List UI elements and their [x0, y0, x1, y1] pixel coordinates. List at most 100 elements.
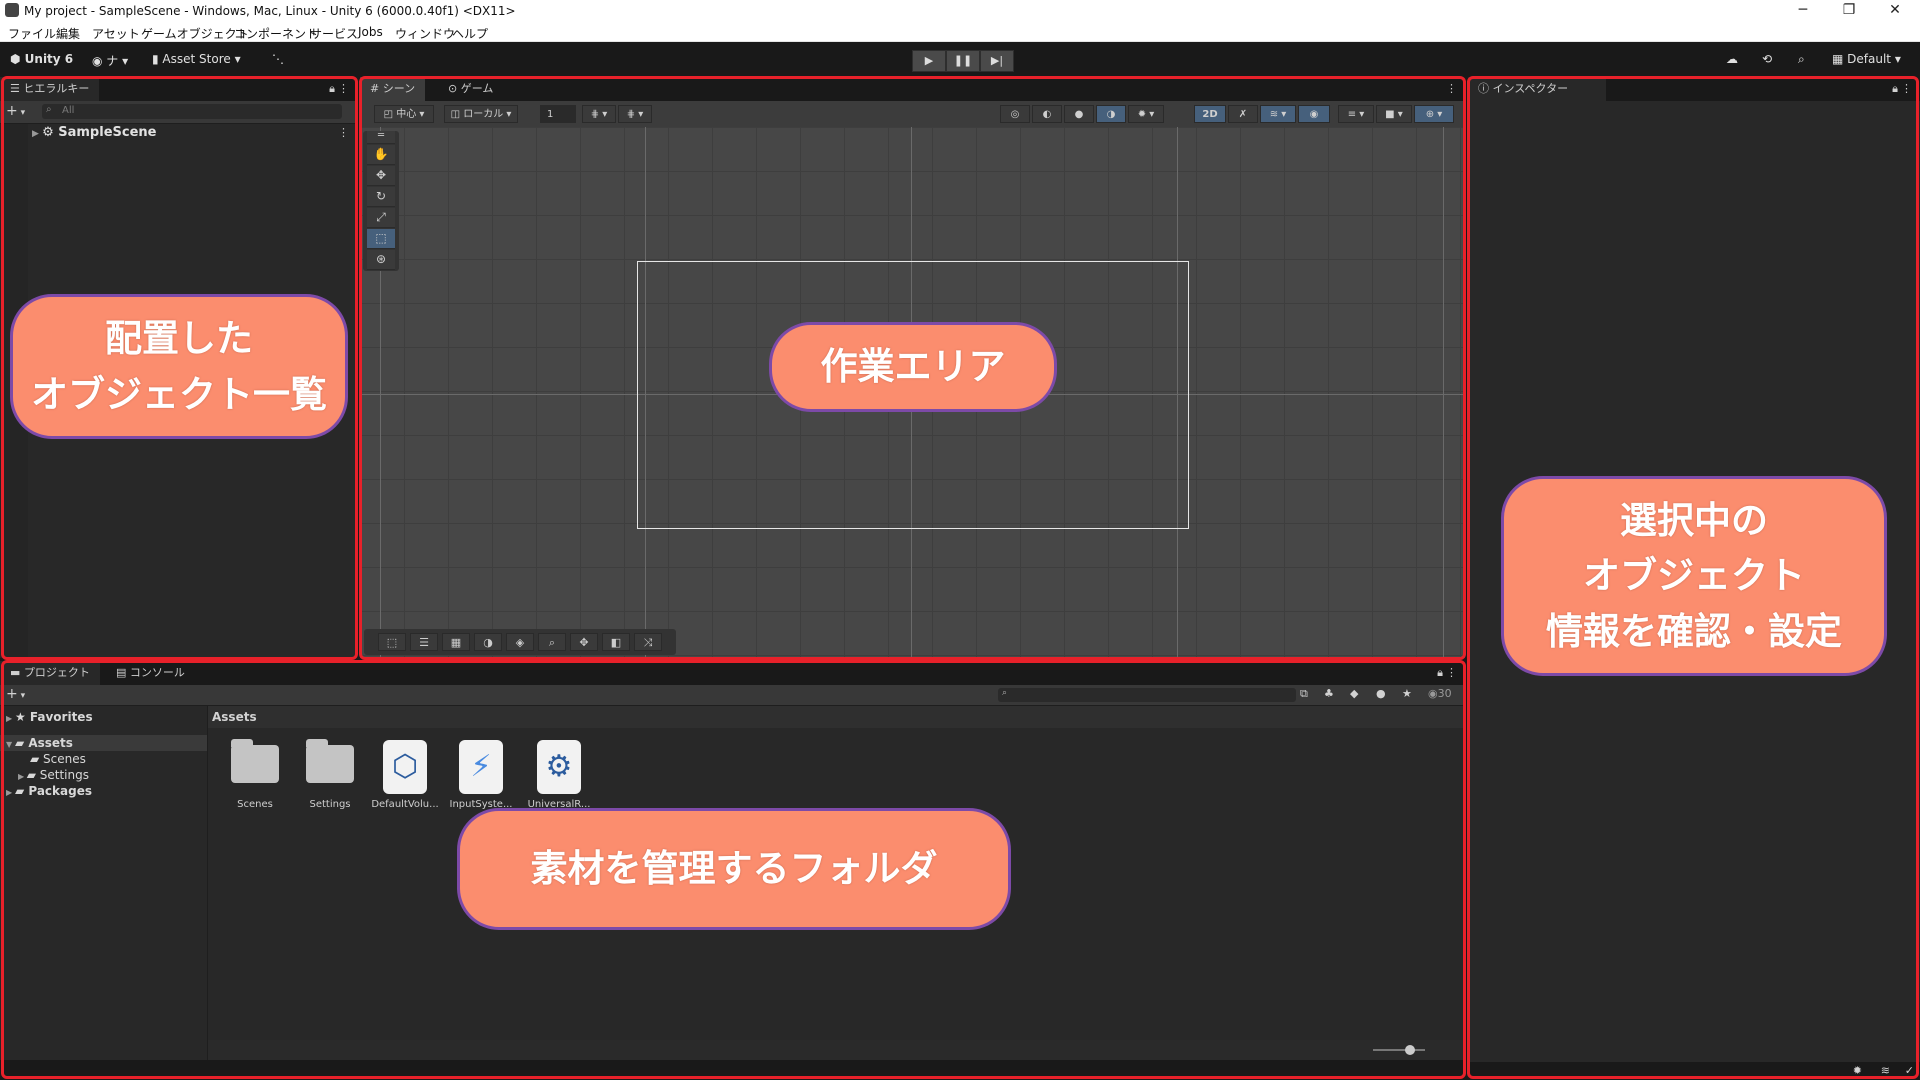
icon-size-slider-thumb[interactable]: [1405, 1045, 1415, 1055]
pivot-dropdown[interactable]: ◰ 中心 ▾: [374, 105, 434, 123]
asset-item[interactable]: ⬡ DefaultVolu...: [370, 740, 440, 810]
label-tag-icon[interactable]: ◆: [1350, 687, 1358, 700]
menu-jobs[interactable]: Jobs: [358, 25, 383, 39]
menu-services[interactable]: サービス: [310, 25, 358, 42]
shaded-icon[interactable]: ●: [1064, 105, 1094, 123]
zoom-icon[interactable]: ⌕: [538, 633, 566, 651]
mode-2d-toggle[interactable]: 2D: [1194, 105, 1226, 123]
overlay-handle-icon[interactable]: ═: [367, 131, 395, 144]
scene-root-item[interactable]: ▶ ⚙ SampleScene: [32, 125, 156, 140]
filter-type-icon[interactable]: ♣: [1324, 687, 1334, 700]
tree-item-favorites[interactable]: ▶ ★ Favorites: [6, 710, 93, 724]
unity-version-button[interactable]: ⬢ Unity 6: [10, 52, 73, 66]
asset-item[interactable]: Scenes: [220, 739, 290, 810]
visibility-count[interactable]: ◉30: [1428, 687, 1452, 700]
check-circle-icon[interactable]: ✓: [1905, 1064, 1914, 1077]
move-tool-icon[interactable]: ✥: [367, 166, 395, 186]
scale-tool-icon[interactable]: ⤢: [367, 208, 395, 228]
menu-component[interactable]: コンポーネント: [234, 25, 318, 42]
menu-window[interactable]: ウィンドウ: [395, 25, 455, 42]
close-button[interactable]: ✕: [1880, 2, 1910, 18]
maximize-button[interactable]: ❐: [1834, 2, 1864, 18]
asset-item[interactable]: Settings: [295, 739, 365, 810]
menu-assets[interactable]: アセット: [92, 25, 140, 42]
tree-item-packages[interactable]: ▶ ▰ Packages: [6, 784, 92, 798]
project-bottom-bar: [208, 1040, 1465, 1060]
camera-dropdown[interactable]: ■ ▾: [1376, 105, 1412, 123]
transform-tool-icon[interactable]: ⊛: [367, 250, 395, 270]
add-object-button[interactable]: + ▾: [6, 103, 25, 119]
tab-game[interactable]: ⊙ ゲーム: [438, 77, 504, 101]
effects-dropdown[interactable]: ≋ ▾: [1260, 105, 1296, 123]
rect-tool-icon[interactable]: ⬚: [367, 229, 395, 249]
more-options-icon[interactable]: ⋮: [338, 82, 349, 95]
version-control-icon[interactable]: ⋱: [272, 52, 284, 66]
more-options-icon[interactable]: ⋮: [1901, 82, 1912, 95]
more-options-icon[interactable]: ⋮: [1446, 82, 1457, 95]
align-icon[interactable]: ☰: [410, 633, 438, 651]
shuffle-icon[interactable]: ⤨: [634, 633, 662, 651]
icon-size-slider[interactable]: [1373, 1049, 1425, 1051]
tree-item-scenes[interactable]: ▰ Scenes: [30, 752, 86, 766]
scene-more-icon[interactable]: ⋮: [338, 126, 349, 139]
debug-draw-dropdown[interactable]: ✹ ▾: [1128, 105, 1164, 123]
sphere-icon[interactable]: ◑: [474, 633, 502, 651]
tree-item-assets[interactable]: ▼ ▰ Assets: [6, 736, 73, 750]
asset-store-button[interactable]: ▮ Asset Store ▾: [152, 52, 241, 66]
search-by-type-icon[interactable]: ⧉: [1300, 687, 1308, 701]
hierarchy-search-input[interactable]: ⌕ All: [42, 104, 342, 119]
space-dropdown[interactable]: ◫ ローカル ▾: [444, 105, 518, 123]
account-button[interactable]: ◉ ナ ▾: [92, 52, 128, 69]
lock-icon[interactable]: 🔒︎: [1437, 666, 1443, 680]
wireframe-shading-icon[interactable]: ◎: [1000, 105, 1030, 123]
move-icon[interactable]: ✥: [570, 633, 598, 651]
increment-snap-dropdown[interactable]: ⋕ ▾: [618, 105, 652, 123]
alert-icon[interactable]: ●: [1376, 687, 1386, 700]
minimize-button[interactable]: ─: [1788, 2, 1818, 18]
bug-icon[interactable]: ✹: [1853, 1064, 1862, 1077]
render-icon[interactable]: ◧: [602, 633, 630, 651]
asset-item[interactable]: ⚙ UniversalR...: [524, 740, 594, 810]
hand-tool-icon[interactable]: ✋: [367, 145, 395, 165]
layers-dropdown[interactable]: ≡ ▾: [1338, 105, 1374, 123]
grid-snap-dropdown[interactable]: ⋕ ▾: [582, 105, 616, 123]
layers-stack-icon[interactable]: ≋: [1881, 1064, 1890, 1077]
history-icon[interactable]: ⟲: [1762, 52, 1772, 66]
project-search-input[interactable]: ⌕: [998, 688, 1296, 702]
grid-visibility-icon[interactable]: ▦: [442, 633, 470, 651]
grid-size-field[interactable]: 1: [540, 105, 576, 123]
menu-edit[interactable]: 編集: [56, 25, 80, 42]
lighting-toggle-icon[interactable]: ✗: [1228, 105, 1258, 123]
tab-hierarchy[interactable]: ☰ ヒエラルキー: [0, 77, 100, 101]
rect-snap-icon[interactable]: ⬚: [378, 633, 406, 651]
tab-project[interactable]: ▬ プロジェクト: [0, 661, 100, 685]
breadcrumb-assets[interactable]: Assets: [212, 710, 257, 724]
menu-gameobject[interactable]: ゲームオブジェクト: [141, 25, 249, 42]
layout-icon: ▦: [1832, 52, 1848, 66]
play-button[interactable]: ▶: [912, 50, 946, 72]
plane-icon[interactable]: ◈: [506, 633, 534, 651]
asset-item[interactable]: ⚡ InputSyste...: [446, 740, 516, 810]
shaded-wireframe-icon[interactable]: ◐: [1032, 105, 1062, 123]
menu-file[interactable]: ファイル: [8, 25, 56, 42]
cloud-icon[interactable]: ☁: [1726, 52, 1738, 66]
lock-icon[interactable]: 🔒︎: [329, 82, 335, 96]
lock-icon[interactable]: 🔒︎: [1892, 82, 1898, 96]
tab-console[interactable]: ▤ コンソール: [106, 661, 195, 685]
unlit-icon[interactable]: ◑: [1096, 105, 1126, 123]
scene-view-toolbar: ◰ 中心 ▾ ◫ ローカル ▾ 1 ⋕ ▾ ⋕ ▾ ◎ ◐ ● ◑ ✹ ▾ 2D…: [360, 101, 1465, 128]
tree-item-settings[interactable]: ▶ ▰ Settings: [18, 768, 89, 782]
tab-scene[interactable]: # シーン: [360, 77, 426, 101]
pause-button[interactable]: ❚❚: [946, 50, 980, 72]
rotate-tool-icon[interactable]: ↻: [367, 187, 395, 207]
search-icon[interactable]: ⌕: [1798, 52, 1805, 67]
create-asset-button[interactable]: + ▾: [6, 686, 25, 702]
layout-dropdown[interactable]: ▦ Default ▾: [1832, 52, 1901, 66]
more-options-icon[interactable]: ⋮: [1446, 666, 1457, 679]
gizmos-dropdown[interactable]: ⊕ ▾: [1414, 105, 1454, 123]
menu-help[interactable]: ヘルプ: [452, 25, 488, 42]
tab-inspector[interactable]: ⓘ インスペクター: [1468, 77, 1606, 101]
step-button[interactable]: ▶|: [980, 50, 1014, 72]
visibility-eye-icon[interactable]: ◉: [1298, 105, 1330, 123]
favorite-star-icon[interactable]: ★: [1402, 687, 1412, 700]
